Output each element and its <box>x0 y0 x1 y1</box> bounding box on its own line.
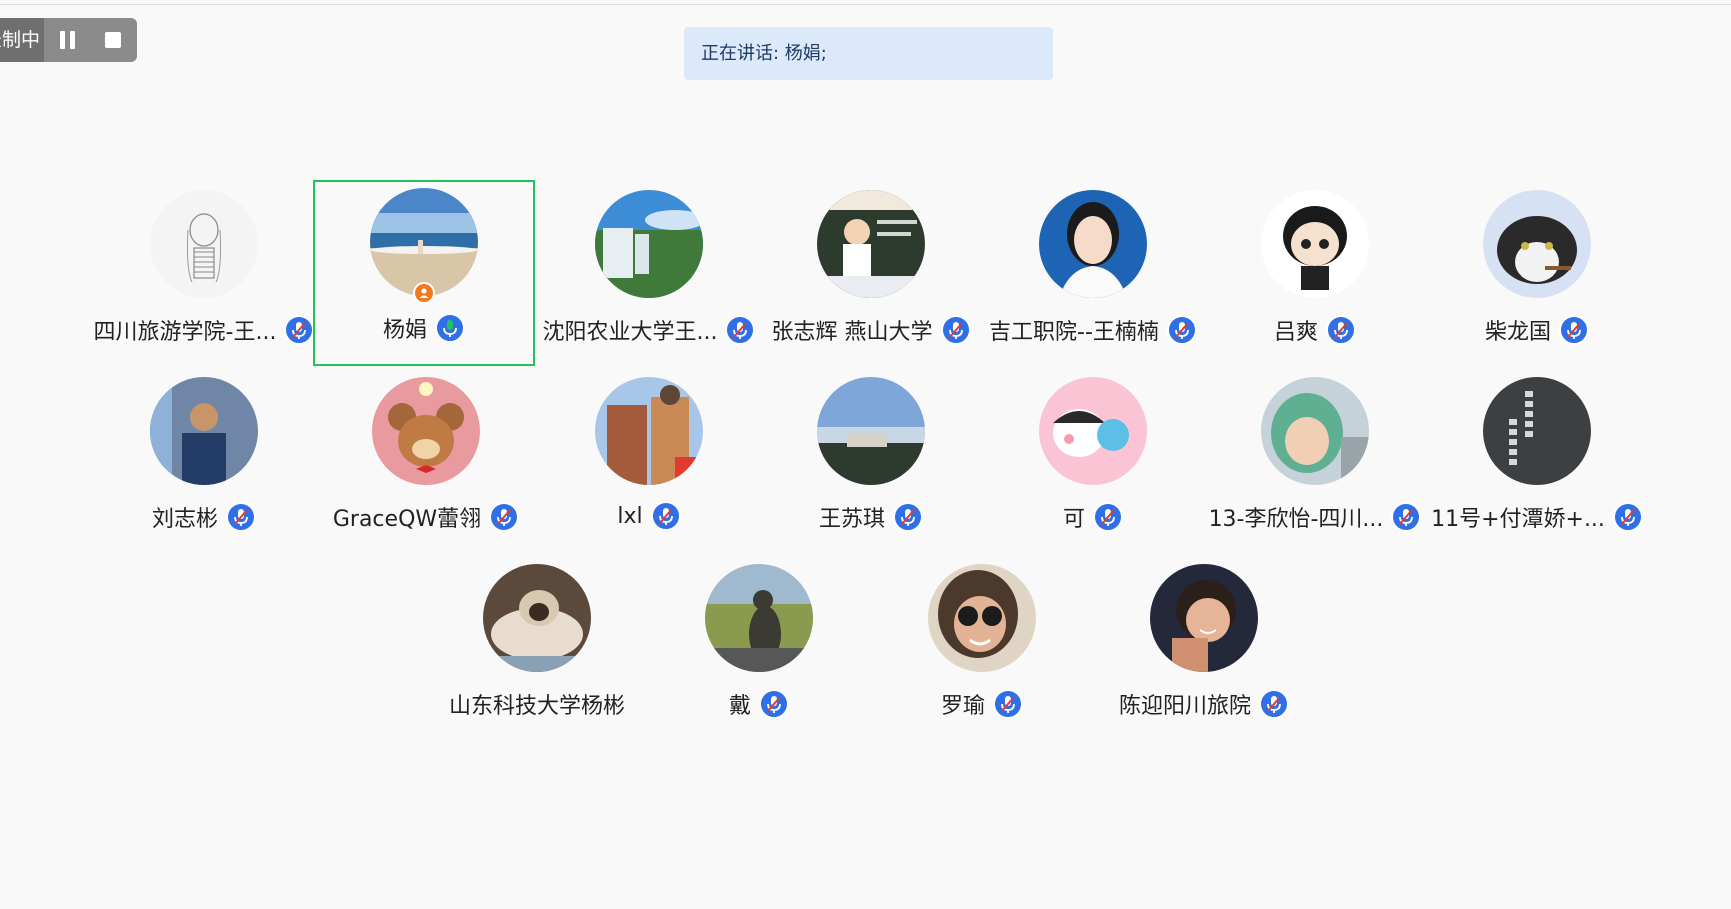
participant-avatar <box>595 377 703 485</box>
participant-tile[interactable]: GraceQW蕾翎 <box>315 369 537 555</box>
participant-name-row: lxl <box>530 501 768 531</box>
mic-muted-icon[interactable] <box>1612 502 1643 532</box>
participant-tile[interactable]: 四川旅游学院-王... <box>93 182 315 368</box>
mic-on-icon[interactable] <box>435 313 465 343</box>
participant-name-row: 11号+付潭娇+... <box>1418 501 1656 533</box>
participant-name: 可 <box>1062 507 1085 532</box>
recording-bar: 录制中 <box>0 18 137 62</box>
top-divider <box>0 4 1731 5</box>
mic-muted-icon[interactable] <box>650 501 681 531</box>
mic-muted-icon[interactable] <box>1093 502 1123 532</box>
mic-muted-icon[interactable] <box>993 689 1023 719</box>
participant-name: 刘志彬 <box>151 507 218 532</box>
participant-name-row: 戴 <box>640 688 878 720</box>
speaking-indicator-banner: 正在讲话: 杨娟; <box>684 27 1053 80</box>
participant-tile[interactable]: 山东科技大学杨彬 <box>426 556 648 742</box>
mic-muted-icon[interactable] <box>759 689 789 719</box>
participant-tile[interactable]: 罗瑜 <box>871 556 1093 742</box>
participant-name-row: 王苏琪 <box>752 501 990 533</box>
recording-status-label: 录制中 <box>0 18 44 62</box>
participant-name-row: 13-李欣怡-四川... <box>1196 501 1434 533</box>
participant-tile[interactable]: 吉工职院--王楠楠 <box>982 182 1204 368</box>
participant-name-row: 沈阳农业大学王... <box>530 314 768 346</box>
participant-name: 柴龙国 <box>1484 320 1551 345</box>
pause-icon <box>59 31 75 49</box>
participant-name-row: 张志辉 燕山大学 <box>752 314 990 346</box>
participant-tile[interactable]: 吕爽 <box>1204 182 1426 368</box>
participant-name-row: 陈迎阳川旅院 <box>1085 688 1323 720</box>
participant-avatar <box>150 190 258 298</box>
participant-tile[interactable]: 王苏琪 <box>760 369 982 555</box>
participant-tile[interactable]: 杨娟 <box>313 180 535 366</box>
participant-name-row: 柴龙国 <box>1418 314 1656 346</box>
participant-name-row: GraceQW蕾翎 <box>307 501 545 533</box>
participant-name: 戴 <box>728 694 751 719</box>
participant-tile[interactable]: 可 <box>982 369 1204 555</box>
participant-avatar <box>483 564 591 672</box>
participant-avatar <box>1261 190 1369 298</box>
participant-name: 吉工职院--王楠楠 <box>989 320 1159 345</box>
participant-name-row: 吉工职院--王楠楠 <box>974 314 1212 346</box>
participant-avatar <box>372 377 480 485</box>
participant-name-row: 吕爽 <box>1196 314 1434 346</box>
mic-muted-icon[interactable] <box>1166 315 1197 345</box>
mic-muted-icon[interactable] <box>1259 689 1289 719</box>
participant-name-row: 杨娟 <box>305 312 543 344</box>
mic-muted-icon[interactable] <box>226 502 256 532</box>
host-badge-icon <box>413 282 435 304</box>
participant-avatar <box>817 190 925 298</box>
participant-name: 张志辉 燕山大学 <box>771 320 933 345</box>
mic-muted-icon[interactable] <box>893 502 923 532</box>
participant-tile[interactable]: 柴龙国 <box>1426 182 1648 368</box>
participant-tile[interactable]: 11号+付潭娇+... <box>1426 369 1648 555</box>
participant-name: lxl <box>617 503 643 529</box>
mic-muted-icon[interactable] <box>1559 315 1589 345</box>
stop-recording-button[interactable] <box>90 18 136 62</box>
participant-name: 沈阳农业大学王... <box>542 320 718 345</box>
participant-name-row: 可 <box>974 501 1212 533</box>
stop-icon <box>105 32 121 48</box>
mic-muted-icon[interactable] <box>489 502 520 532</box>
mic-muted-icon[interactable] <box>725 315 756 345</box>
participant-name: 罗瑜 <box>940 694 985 719</box>
participant-name: 13-李欣怡-四川... <box>1208 507 1384 532</box>
participant-avatar <box>928 564 1036 672</box>
participant-avatar <box>1261 377 1369 485</box>
participant-name-row: 罗瑜 <box>863 688 1101 720</box>
participant-avatar <box>595 190 703 298</box>
participant-avatar <box>1483 190 1591 298</box>
participant-avatar <box>150 377 258 485</box>
participant-avatar <box>1483 377 1591 485</box>
participant-tile[interactable]: 刘志彬 <box>93 369 315 555</box>
mic-muted-icon[interactable] <box>940 315 971 345</box>
participant-name: 杨娟 <box>382 318 427 343</box>
participant-tile[interactable]: 戴 <box>648 556 870 742</box>
participant-name: 11号+付潭娇+... <box>1431 507 1605 532</box>
mic-muted-icon[interactable] <box>1391 502 1422 532</box>
pause-recording-button[interactable] <box>44 18 90 62</box>
participant-tile[interactable]: lxl <box>538 369 760 555</box>
participant-name: 王苏琪 <box>818 507 885 532</box>
mic-muted-icon[interactable] <box>1326 315 1356 345</box>
participant-name: 四川旅游学院-王... <box>93 320 277 345</box>
participant-name-row: 四川旅游学院-王... <box>85 314 323 346</box>
participant-avatar <box>1039 377 1147 485</box>
participant-tile[interactable]: 13-李欣怡-四川... <box>1204 369 1426 555</box>
participant-avatar <box>1150 564 1258 672</box>
participant-name: GraceQW蕾翎 <box>332 507 482 532</box>
participant-avatar <box>705 564 813 672</box>
participant-avatar <box>817 377 925 485</box>
participant-avatar <box>1039 190 1147 298</box>
participant-tile[interactable]: 陈迎阳川旅院 <box>1093 556 1315 742</box>
participant-tile[interactable]: 张志辉 燕山大学 <box>760 182 982 368</box>
participant-name-row: 山东科技大学杨彬 <box>418 688 656 720</box>
participant-name-row: 刘志彬 <box>85 501 323 533</box>
participant-name: 吕爽 <box>1273 320 1318 345</box>
participant-avatar <box>370 188 478 296</box>
participant-tile[interactable]: 沈阳农业大学王... <box>538 182 760 368</box>
participant-name: 陈迎阳川旅院 <box>1118 694 1251 719</box>
participant-name: 山东科技大学杨彬 <box>448 694 625 719</box>
